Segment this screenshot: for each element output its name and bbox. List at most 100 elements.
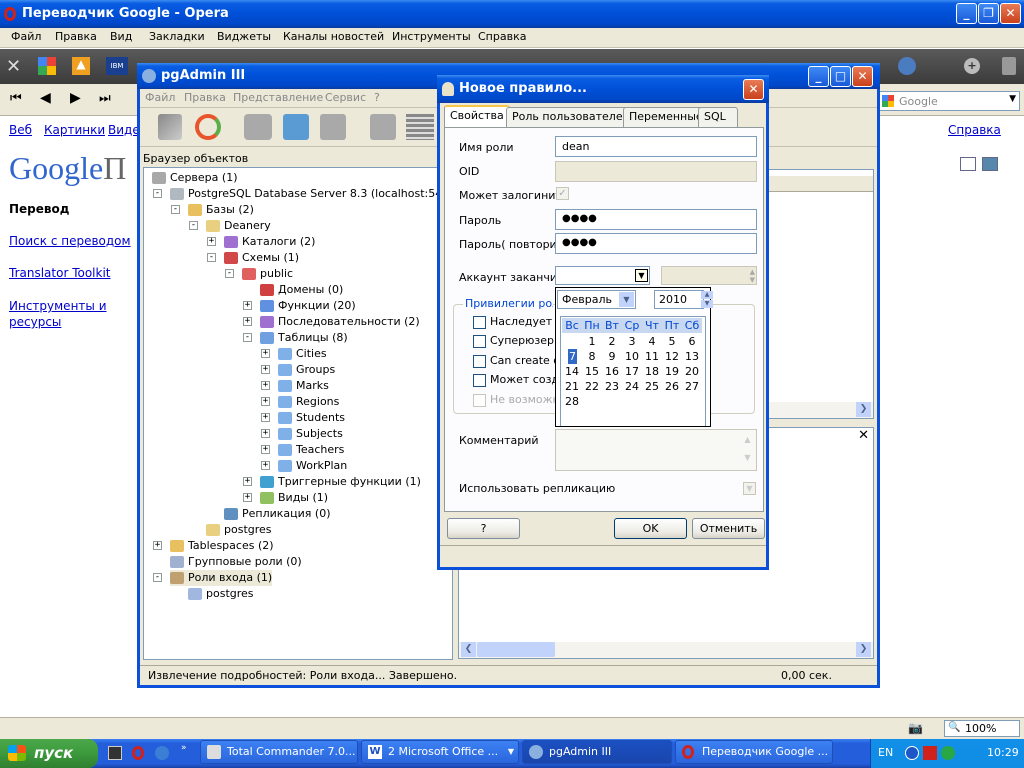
cancel-button[interactable]: Отменить: [692, 518, 765, 539]
password-repeat-input[interactable]: ●●●●: [555, 233, 757, 254]
calendar-day[interactable]: 10: [622, 349, 642, 364]
pg-menu-view[interactable]: Представление: [233, 91, 323, 104]
checkbox-create-db[interactable]: Can create database: [473, 354, 555, 368]
calendar-day[interactable]: 3: [622, 334, 642, 349]
tab-variables[interactable]: Переменные: [623, 107, 709, 127]
calendar-day[interactable]: 18: [642, 364, 662, 379]
new-tab-icon[interactable]: +: [964, 58, 980, 74]
expand-icon[interactable]: +: [243, 301, 252, 310]
search-field[interactable]: Google ▼: [878, 91, 1020, 111]
task-opera[interactable]: Переводчик Google ...: [675, 740, 833, 764]
connect-icon[interactable]: [158, 114, 182, 140]
tree-table[interactable]: + Teachers: [261, 442, 344, 458]
tree-schemas[interactable]: - Схемы (1): [207, 250, 299, 266]
calendar-day[interactable]: 15: [582, 364, 602, 379]
pgadmin-tab-icon[interactable]: [898, 57, 916, 75]
task-ms-office[interactable]: W2 Microsoft Office ... ▼: [361, 740, 519, 764]
tray-shield-icon[interactable]: [941, 746, 955, 760]
calendar-day[interactable]: 25: [642, 379, 662, 394]
menu-bookmarks[interactable]: Закладки: [149, 30, 205, 43]
expand-icon[interactable]: +: [261, 349, 270, 358]
trash-icon[interactable]: [1002, 57, 1016, 75]
tree-group-roles[interactable]: Групповые роли (0): [170, 554, 302, 570]
pg-menu-service[interactable]: Сервис: [325, 91, 366, 104]
tree-table[interactable]: + Regions: [261, 394, 339, 410]
tree-replication[interactable]: Репликация (0): [224, 506, 331, 522]
expand-icon[interactable]: +: [261, 365, 270, 374]
menu-feeds[interactable]: Каналы новостей: [283, 30, 384, 43]
task-total-commander[interactable]: Total Commander 7.0...: [200, 740, 358, 764]
cursor-tab-icon[interactable]: ▲: [72, 57, 90, 75]
year-down-icon[interactable]: ▼: [701, 300, 713, 308]
expand-icon[interactable]: +: [261, 445, 270, 454]
tree-tablespaces[interactable]: + Tablespaces (2): [153, 538, 274, 554]
properties-icon[interactable]: [244, 114, 272, 140]
expand-icon[interactable]: +: [261, 397, 270, 406]
tab-sql[interactable]: SQL: [698, 107, 738, 127]
tab-properties[interactable]: Свойства: [444, 105, 510, 127]
menu-tools[interactable]: Инструменты: [392, 30, 471, 43]
scroll-right-icon-2[interactable]: ❯: [856, 642, 871, 657]
pg-menu-help[interactable]: ?: [374, 91, 380, 104]
collapse-icon[interactable]: -: [153, 573, 162, 582]
zoom-control[interactable]: 🔍 100%: [944, 720, 1020, 737]
calendar-day[interactable]: 7: [568, 349, 577, 364]
calendar-day[interactable]: 27: [682, 379, 702, 394]
comment-textarea[interactable]: ▲ ▼: [555, 429, 757, 471]
pg-menu-file[interactable]: Файл: [145, 91, 175, 104]
pg-close-button[interactable]: ✕: [852, 66, 873, 87]
link-web[interactable]: Веб: [9, 123, 32, 137]
link-images[interactable]: Картинки: [44, 123, 105, 137]
menu-file[interactable]: Файл: [11, 30, 41, 43]
calendar-day[interactable]: 1: [582, 334, 602, 349]
back-icon[interactable]: ◀: [40, 90, 51, 106]
calendar-day[interactable]: 28: [562, 394, 582, 409]
tree-table[interactable]: + WorkPlan: [261, 458, 347, 474]
sql-pane-close-icon[interactable]: ✕: [858, 428, 869, 443]
password-input[interactable]: ●●●●: [555, 209, 757, 230]
ok-button[interactable]: OK: [614, 518, 687, 539]
month-select[interactable]: Февраль ▼: [557, 290, 636, 309]
link-help[interactable]: Справка: [948, 123, 1001, 137]
checkbox-superuser[interactable]: Суперюзер: [473, 334, 555, 348]
tree-functions[interactable]: + Функции (20): [243, 298, 356, 314]
calendar-day[interactable]: 6: [682, 334, 702, 349]
expand-icon[interactable]: +: [207, 237, 216, 246]
calendar-day[interactable]: 20: [682, 364, 702, 379]
link-search-translate[interactable]: Поиск с переводом: [9, 234, 131, 248]
tree-db-deanery[interactable]: - Deanery: [189, 218, 271, 234]
calendar-day[interactable]: 12: [662, 349, 682, 364]
superuser-box[interactable]: [473, 334, 486, 348]
quicklaunch-clapper-icon[interactable]: [108, 746, 122, 760]
menu-view[interactable]: Вид: [110, 30, 132, 43]
hscrollbar-bottom[interactable]: ❮ ❯: [459, 642, 873, 658]
quicklaunch-ie-icon[interactable]: [155, 746, 169, 760]
layout-icon-2[interactable]: [982, 157, 998, 171]
scroll-right-icon[interactable]: ❯: [856, 402, 871, 417]
expand-icon[interactable]: +: [261, 413, 270, 422]
collapse-icon[interactable]: -: [171, 205, 180, 214]
link-translator-toolkit[interactable]: Translator Toolkit: [9, 266, 111, 280]
tree-login-roles[interactable]: - Роли входа (1): [153, 570, 273, 586]
delete-icon[interactable]: [320, 114, 346, 140]
calendar-day[interactable]: 14: [562, 364, 582, 379]
forward-icon[interactable]: ▶: [70, 90, 81, 106]
tree-server[interactable]: - PostgreSQL Database Server 8.3 (localho…: [153, 186, 452, 202]
scroll-thumb[interactable]: [477, 642, 555, 657]
date-dropdown-icon[interactable]: ▼: [635, 269, 648, 282]
calendar-day[interactable]: 19: [662, 364, 682, 379]
create-icon[interactable]: [283, 114, 309, 140]
expand-icon[interactable]: +: [261, 381, 270, 390]
tree-table[interactable]: + Groups: [261, 362, 335, 378]
view-data-icon[interactable]: [406, 114, 434, 140]
tree-db-postgres[interactable]: postgres: [206, 522, 272, 538]
tree-servers[interactable]: Сервера (1): [152, 170, 237, 186]
sql-icon[interactable]: [370, 114, 396, 140]
create-db-box[interactable]: [473, 354, 486, 368]
calendar-day[interactable]: 16: [602, 364, 622, 379]
calendar-day[interactable]: 17: [622, 364, 642, 379]
tree-tables[interactable]: - Таблицы (8): [243, 330, 348, 346]
collapse-icon[interactable]: -: [225, 269, 234, 278]
fast-forward-icon[interactable]: ⏭: [99, 91, 111, 106]
calendar-day[interactable]: 5: [662, 334, 682, 349]
